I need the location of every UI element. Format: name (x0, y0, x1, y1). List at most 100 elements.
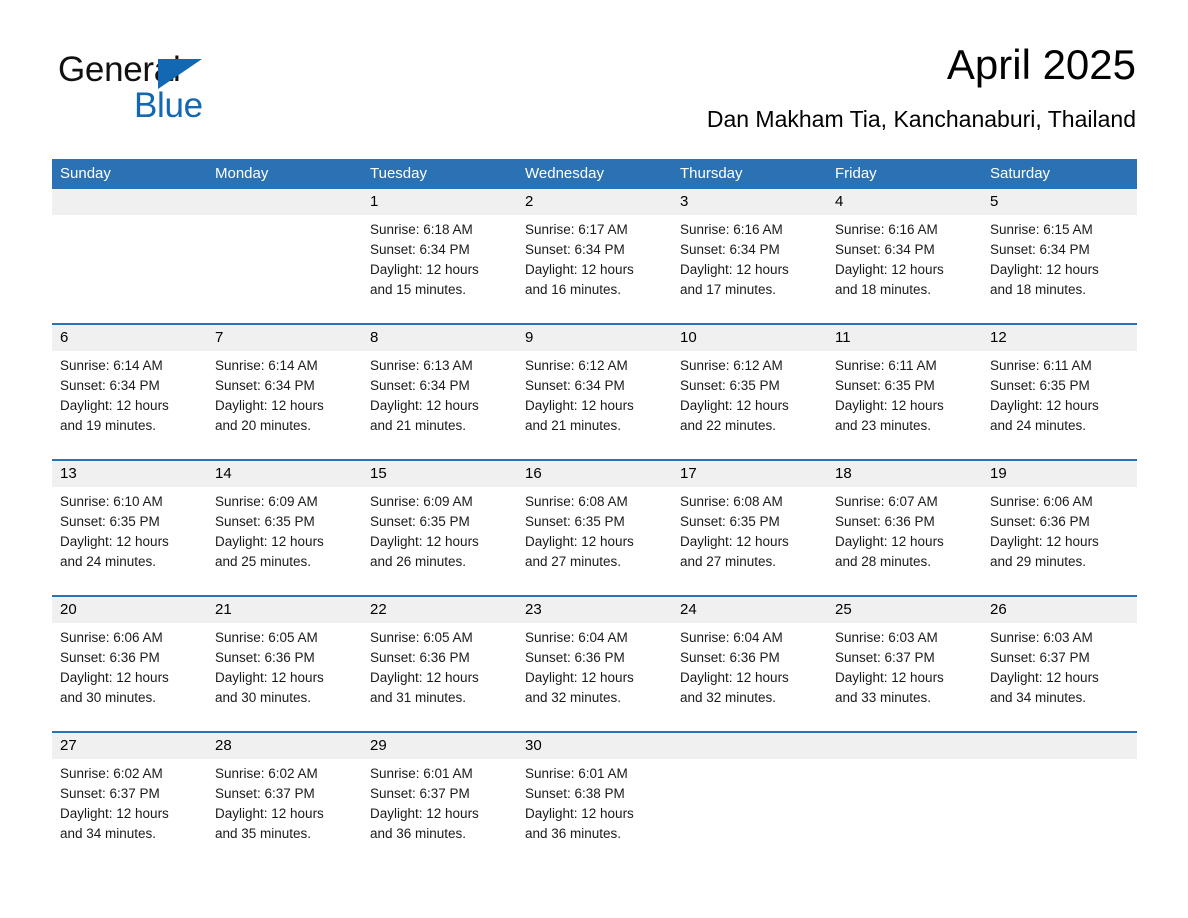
day-cell-9[interactable]: Sunrise: 6:12 AM Sunset: 6:34 PM Daylight:… (517, 351, 672, 460)
day-detail-line: Daylight: 12 hours (990, 534, 1099, 549)
day-cell-6[interactable]: Sunrise: 6:14 AM Sunset: 6:34 PM Daylight:… (52, 351, 207, 460)
calendar-week-3: 13 14 15 16 17 18 19 Sunrise: 6:10 AM Sunset: 6:… (52, 459, 1137, 596)
day-detail-line: Daylight: 12 hours (215, 398, 324, 413)
day-number-9[interactable]: 9 (517, 323, 672, 351)
day-cell-26[interactable]: Sunrise: 6:03 AM Sunset: 6:37 PM Daylight:… (982, 623, 1137, 732)
day-cell-5[interactable]: Sunrise: 6:15 AM Sunset: 6:34 PM Daylight:… (982, 215, 1137, 324)
day-number-16[interactable]: 16 (517, 459, 672, 487)
day-number-11[interactable]: 11 (827, 323, 982, 351)
day-cell-13[interactable]: Sunrise: 6:10 AM Sunset: 6:35 PM Daylight:… (52, 487, 207, 596)
week-daynumber-row: 6 7 8 9 10 11 12 (52, 323, 1137, 351)
day-number-4[interactable]: 4 (827, 189, 982, 215)
day-detail-line: Sunrise: 6:18 AM (370, 222, 473, 237)
day-cell-10[interactable]: Sunrise: 6:12 AM Sunset: 6:35 PM Daylight:… (672, 351, 827, 460)
day-detail-line: Daylight: 12 hours (370, 262, 479, 277)
day-cell-22[interactable]: Sunrise: 6:05 AM Sunset: 6:36 PM Daylight:… (362, 623, 517, 732)
day-cell-27[interactable]: Sunrise: 6:02 AM Sunset: 6:37 PM Daylight:… (52, 759, 207, 867)
day-detail-line: Sunset: 6:35 PM (680, 514, 780, 529)
day-cell-24[interactable]: Sunrise: 6:04 AM Sunset: 6:36 PM Daylight:… (672, 623, 827, 732)
day-detail-line: and 28 minutes. (835, 554, 932, 569)
day-cell-19[interactable]: Sunrise: 6:06 AM Sunset: 6:36 PM Daylight:… (982, 487, 1137, 596)
weekday-header-wednesday: Wednesday (517, 159, 672, 189)
day-cell-28[interactable]: Sunrise: 6:02 AM Sunset: 6:37 PM Daylight:… (207, 759, 362, 867)
day-cell-4[interactable]: Sunrise: 6:16 AM Sunset: 6:34 PM Daylight:… (827, 215, 982, 324)
day-number-28[interactable]: 28 (207, 731, 362, 759)
day-detail-line: Daylight: 12 hours (60, 534, 169, 549)
day-cell-1[interactable]: Sunrise: 6:18 AM Sunset: 6:34 PM Daylight:… (362, 215, 517, 324)
day-detail-line: Daylight: 12 hours (525, 670, 634, 685)
day-cell-8[interactable]: Sunrise: 6:13 AM Sunset: 6:34 PM Daylight:… (362, 351, 517, 460)
day-detail-line: Daylight: 12 hours (835, 670, 944, 685)
day-number-27[interactable]: 27 (52, 731, 207, 759)
day-number-19[interactable]: 19 (982, 459, 1137, 487)
week-detail-row: Sunrise: 6:14 AM Sunset: 6:34 PM Daylight:… (52, 351, 1137, 460)
day-detail-line: Daylight: 12 hours (370, 670, 479, 685)
day-number-5[interactable]: 5 (982, 189, 1137, 215)
day-number-21[interactable]: 21 (207, 595, 362, 623)
day-cell-2[interactable]: Sunrise: 6:17 AM Sunset: 6:34 PM Daylight:… (517, 215, 672, 324)
day-detail-line: and 16 minutes. (525, 282, 622, 297)
day-cell-7[interactable]: Sunrise: 6:14 AM Sunset: 6:34 PM Daylight:… (207, 351, 362, 460)
week-detail-row: Sunrise: 6:18 AM Sunset: 6:34 PM Daylight:… (52, 215, 1137, 324)
day-cell-17[interactable]: Sunrise: 6:08 AM Sunset: 6:35 PM Daylight:… (672, 487, 827, 596)
day-detail-line: Daylight: 12 hours (835, 262, 944, 277)
day-number-2[interactable]: 2 (517, 189, 672, 215)
day-number-6[interactable]: 6 (52, 323, 207, 351)
day-detail-line: Sunrise: 6:11 AM (835, 358, 937, 373)
weekday-header-monday: Monday (207, 159, 362, 189)
day-number-20[interactable]: 20 (52, 595, 207, 623)
day-detail-line: and 35 minutes. (215, 826, 312, 841)
day-number-12[interactable]: 12 (982, 323, 1137, 351)
day-number-23[interactable]: 23 (517, 595, 672, 623)
day-number-17[interactable]: 17 (672, 459, 827, 487)
day-number-1[interactable]: 1 (362, 189, 517, 215)
day-number-18[interactable]: 18 (827, 459, 982, 487)
title-block: April 2025 Dan Makham Tia, Kanchanaburi,… (707, 40, 1136, 134)
day-number-22[interactable]: 22 (362, 595, 517, 623)
calendar-week-2: 6 7 8 9 10 11 12 Sunrise: 6:14 AM Sunset: 6:34 P… (52, 323, 1137, 460)
day-number-15[interactable]: 15 (362, 459, 517, 487)
day-number-3[interactable]: 3 (672, 189, 827, 215)
day-detail-line: Sunrise: 6:06 AM (60, 630, 163, 645)
day-number-7[interactable]: 7 (207, 323, 362, 351)
day-detail-line: Daylight: 12 hours (680, 398, 789, 413)
day-number-24[interactable]: 24 (672, 595, 827, 623)
day-detail-line: and 20 minutes. (215, 418, 312, 433)
day-detail-line: Sunrise: 6:02 AM (215, 766, 318, 781)
day-cell-16[interactable]: Sunrise: 6:08 AM Sunset: 6:35 PM Daylight:… (517, 487, 672, 596)
day-detail-line: Sunset: 6:38 PM (525, 786, 625, 801)
day-cell-20[interactable]: Sunrise: 6:06 AM Sunset: 6:36 PM Daylight:… (52, 623, 207, 732)
week-detail-row: Sunrise: 6:02 AM Sunset: 6:37 PM Daylight:… (52, 759, 1137, 867)
day-number-13[interactable]: 13 (52, 459, 207, 487)
day-cell-15[interactable]: Sunrise: 6:09 AM Sunset: 6:35 PM Daylight:… (362, 487, 517, 596)
day-cell-29[interactable]: Sunrise: 6:01 AM Sunset: 6:37 PM Daylight:… (362, 759, 517, 867)
day-cell-3[interactable]: Sunrise: 6:16 AM Sunset: 6:34 PM Daylight:… (672, 215, 827, 324)
day-cell-18[interactable]: Sunrise: 6:07 AM Sunset: 6:36 PM Daylight:… (827, 487, 982, 596)
day-number-8[interactable]: 8 (362, 323, 517, 351)
day-detail-line: and 25 minutes. (215, 554, 312, 569)
day-cell-25[interactable]: Sunrise: 6:03 AM Sunset: 6:37 PM Daylight:… (827, 623, 982, 732)
day-cell-23[interactable]: Sunrise: 6:04 AM Sunset: 6:36 PM Daylight:… (517, 623, 672, 732)
day-cell-21[interactable]: Sunrise: 6:05 AM Sunset: 6:36 PM Daylight:… (207, 623, 362, 732)
day-number-10[interactable]: 10 (672, 323, 827, 351)
day-number-25[interactable]: 25 (827, 595, 982, 623)
weekday-header-thursday: Thursday (672, 159, 827, 189)
calendar-page: General Blue April 2025 Dan Makham Tia, … (0, 0, 1188, 918)
day-number-29[interactable]: 29 (362, 731, 517, 759)
day-number-26[interactable]: 26 (982, 595, 1137, 623)
day-detail-line: Sunrise: 6:07 AM (835, 494, 938, 509)
day-detail-line: Daylight: 12 hours (60, 398, 169, 413)
day-detail-line: and 30 minutes. (215, 690, 312, 705)
day-cell-30[interactable]: Sunrise: 6:01 AM Sunset: 6:38 PM Daylight:… (517, 759, 672, 867)
day-cell-11[interactable]: Sunrise: 6:11 AM Sunset: 6:35 PM Daylight:… (827, 351, 982, 460)
day-detail-line: Sunrise: 6:01 AM (525, 766, 628, 781)
day-number-14[interactable]: 14 (207, 459, 362, 487)
logo-triangle-icon (158, 59, 202, 89)
week-daynumber-row: 13 14 15 16 17 18 19 (52, 459, 1137, 487)
calendar-week-4: 20 21 22 23 24 25 26 Sunrise: 6:06 AM Sunset: 6:… (52, 595, 1137, 732)
day-cell-14[interactable]: Sunrise: 6:09 AM Sunset: 6:35 PM Daylight:… (207, 487, 362, 596)
day-detail-line: Sunset: 6:36 PM (525, 650, 625, 665)
day-detail-line: and 23 minutes. (835, 418, 932, 433)
day-number-30[interactable]: 30 (517, 731, 672, 759)
day-cell-12[interactable]: Sunrise: 6:11 AM Sunset: 6:35 PM Daylight:… (982, 351, 1137, 460)
